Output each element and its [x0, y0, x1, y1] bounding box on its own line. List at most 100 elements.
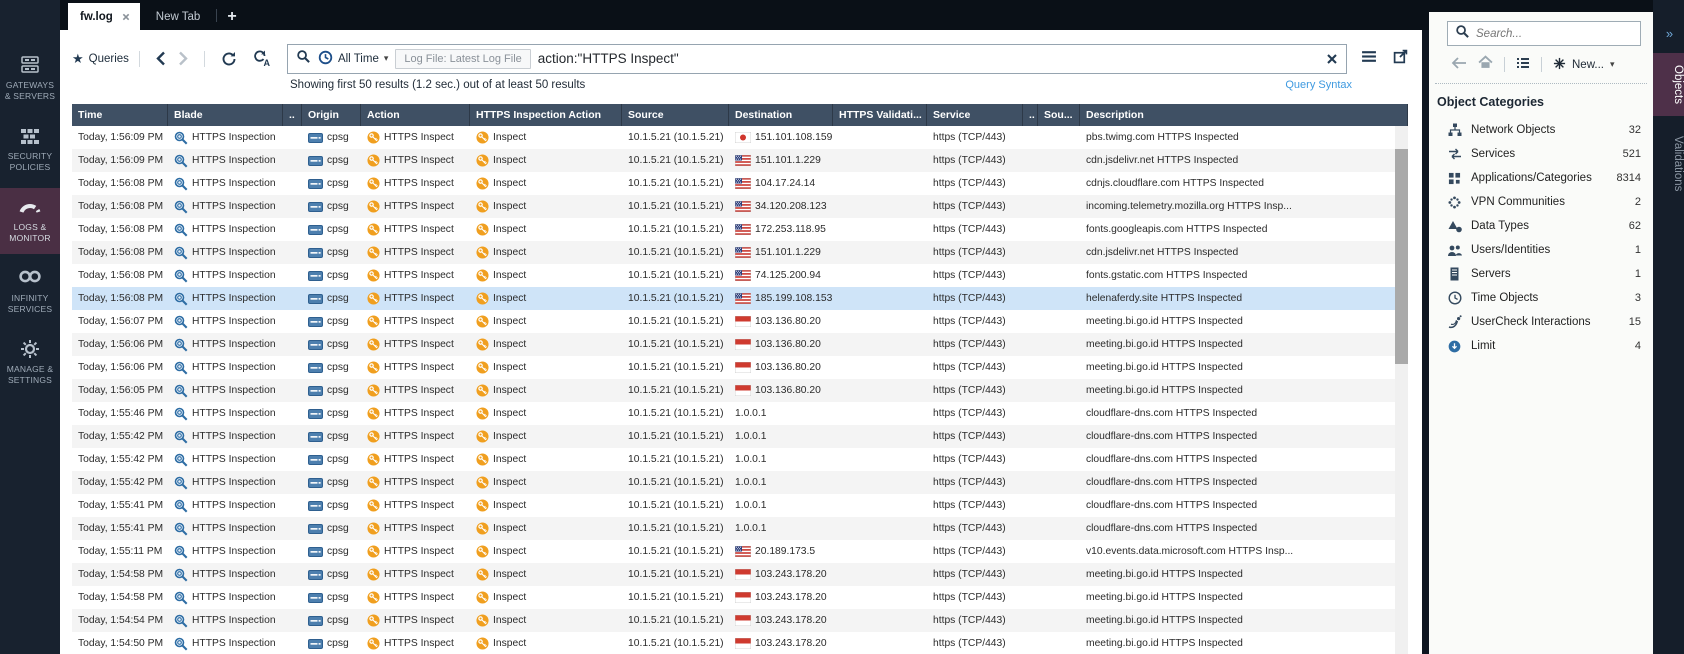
log-row[interactable]: Today, 1:56:08 PMHTTPS InspectioncpsgHTT…	[72, 241, 1395, 264]
log-file-filter-tag[interactable]: Log File: Latest Log File	[395, 49, 530, 69]
log-row[interactable]: Today, 1:56:06 PMHTTPS InspectioncpsgHTT…	[72, 333, 1395, 356]
category-data-types[interactable]: Data Types62	[1429, 214, 1653, 238]
nav-logs-monitor[interactable]: LOGS & MONITOR	[0, 188, 60, 254]
log-row[interactable]: Today, 1:56:09 PMHTTPS InspectioncpsgHTT…	[72, 126, 1395, 149]
network-objects-icon	[1447, 123, 1462, 137]
new-object-button[interactable]: New... ▾	[1553, 57, 1615, 73]
category-limit[interactable]: Limit4	[1429, 334, 1653, 358]
query-search-field[interactable]: All Time ▾ Log File: Latest Log File act…	[287, 44, 1347, 74]
log-row[interactable]: Today, 1:56:08 PMHTTPS InspectioncpsgHTT…	[72, 172, 1395, 195]
column-header-blade[interactable]: Blade	[168, 104, 283, 126]
column-header-https-inspection-action[interactable]: HTTPS Inspection Action	[470, 104, 622, 126]
popout-icon[interactable]	[1393, 49, 1408, 69]
nav-infinity-services[interactable]: INFINITY SERVICES	[0, 259, 60, 325]
category-applications-categories[interactable]: Applications/Categories8314	[1429, 166, 1653, 190]
query-input[interactable]: action:"HTTPS Inspect"	[538, 51, 1319, 66]
category-network-objects[interactable]: Network Objects32	[1429, 118, 1653, 142]
category-users-identities[interactable]: Users/Identities1	[1429, 238, 1653, 262]
new-tab-button[interactable]: +	[227, 8, 236, 26]
category-vpn-communities[interactable]: VPN Communities2	[1429, 190, 1653, 214]
log-grid-body: Today, 1:56:09 PMHTTPS InspectioncpsgHTT…	[72, 126, 1395, 654]
category-servers[interactable]: Servers1	[1429, 262, 1653, 286]
cell-spacer	[1023, 172, 1038, 195]
tab-fw-log[interactable]: fw.log	[68, 3, 140, 30]
log-row[interactable]: Today, 1:54:50 PMHTTPS InspectioncpsgHTT…	[72, 632, 1395, 654]
column-header-action[interactable]: Action	[361, 104, 470, 126]
nav-security-policies[interactable]: SECURITY POLICIES	[0, 117, 60, 183]
log-row[interactable]: Today, 1:54:58 PMHTTPS InspectioncpsgHTT…	[72, 586, 1395, 609]
log-row[interactable]: Today, 1:56:08 PMHTTPS InspectioncpsgHTT…	[72, 218, 1395, 241]
side-tab-objects[interactable]: Objects	[1653, 53, 1684, 116]
users-identities-icon	[1447, 244, 1462, 257]
object-search-input[interactable]	[1476, 28, 1633, 40]
cell-origin: cpsg	[302, 149, 361, 172]
column-header-sou[interactable]: Sou...	[1038, 104, 1080, 126]
column-header-time[interactable]: Time	[72, 104, 168, 126]
column-header-description[interactable]: Description	[1080, 104, 1408, 126]
log-row[interactable]: Today, 1:56:08 PMHTTPS InspectioncpsgHTT…	[72, 195, 1395, 218]
data-types-icon	[1447, 220, 1462, 233]
column-header-source[interactable]: Source	[622, 104, 729, 126]
origin-gateway-icon	[308, 156, 323, 166]
blade-https-icon	[174, 246, 188, 260]
scrollbar-thumb[interactable]	[1395, 149, 1408, 364]
refresh-icon[interactable]	[221, 51, 237, 67]
category-count: 3	[1635, 292, 1641, 304]
category-count: 4	[1635, 340, 1641, 352]
back-chevron-icon[interactable]	[156, 51, 166, 66]
tab-new-tab[interactable]: New Tab	[140, 3, 217, 30]
nav-manage-settings[interactable]: MANAGE & SETTINGS	[0, 330, 60, 396]
log-row[interactable]: Today, 1:56:05 PMHTTPS InspectioncpsgHTT…	[72, 379, 1395, 402]
cell-inspection-action: Inspect	[470, 402, 622, 425]
list-view-icon[interactable]	[1516, 56, 1530, 74]
log-row[interactable]: Today, 1:54:54 PMHTTPS InspectioncpsgHTT…	[72, 609, 1395, 632]
origin-gateway-icon	[308, 593, 323, 603]
category-time-objects[interactable]: Time Objects3	[1429, 286, 1653, 310]
column-header-origin[interactable]: Origin	[302, 104, 361, 126]
cell-https-validation	[833, 379, 927, 402]
time-filter-dropdown[interactable]: All Time ▾	[318, 50, 388, 68]
blade-https-icon	[174, 338, 188, 352]
menu-icon[interactable]	[1361, 50, 1377, 68]
cell-blade: HTTPS Inspection	[168, 195, 283, 218]
queries-button[interactable]: ★ Queries	[72, 51, 129, 67]
nav-gateways-servers[interactable]: GATEWAYS & SERVERS	[0, 46, 60, 112]
auto-refresh-icon[interactable]: A	[253, 50, 271, 67]
category-services[interactable]: Services521	[1429, 142, 1653, 166]
action-key-icon	[476, 338, 489, 351]
category-usercheck-interactions[interactable]: UserCheck Interactions15	[1429, 310, 1653, 334]
log-row[interactable]: Today, 1:56:07 PMHTTPS InspectioncpsgHTT…	[72, 310, 1395, 333]
collapse-panel-icon[interactable]: »	[1666, 26, 1671, 41]
clear-query-icon[interactable]	[1326, 53, 1338, 65]
cell-time: Today, 1:56:08 PM	[72, 287, 168, 310]
column-header-service[interactable]: Service	[927, 104, 1023, 126]
log-row[interactable]: Today, 1:56:09 PMHTTPS InspectioncpsgHTT…	[72, 149, 1395, 172]
log-row[interactable]: Today, 1:55:41 PMHTTPS InspectioncpsgHTT…	[72, 517, 1395, 540]
log-row[interactable]: Today, 1:54:58 PMHTTPS InspectioncpsgHTT…	[72, 563, 1395, 586]
forward-chevron-icon[interactable]	[178, 51, 188, 66]
log-row[interactable]: Today, 1:55:42 PMHTTPS InspectioncpsgHTT…	[72, 425, 1395, 448]
cell-blade: HTTPS Inspection	[168, 356, 283, 379]
back-arrow-icon[interactable]	[1451, 56, 1467, 74]
object-search-box[interactable]	[1447, 21, 1641, 46]
log-row[interactable]: Today, 1:55:11 PMHTTPS InspectioncpsgHTT…	[72, 540, 1395, 563]
log-row[interactable]: Today, 1:56:08 PMHTTPS InspectioncpsgHTT…	[72, 264, 1395, 287]
log-row[interactable]: Today, 1:56:08 PMHTTPS InspectioncpsgHTT…	[72, 287, 1395, 310]
column-header-destination[interactable]: Destination	[729, 104, 833, 126]
cell-destination: 103.136.80.20	[729, 310, 833, 333]
side-tab-validations[interactable]: Validations	[1653, 124, 1684, 203]
column-header-https-validati[interactable]: HTTPS Validati...	[833, 104, 927, 126]
vertical-scrollbar[interactable]	[1395, 126, 1408, 654]
log-row[interactable]: Today, 1:55:42 PMHTTPS InspectioncpsgHTT…	[72, 471, 1395, 494]
log-row[interactable]: Today, 1:55:46 PMHTTPS InspectioncpsgHTT…	[72, 402, 1395, 425]
tab-close-icon[interactable]	[122, 13, 130, 21]
query-syntax-link[interactable]: Query Syntax	[1285, 79, 1352, 91]
column-header-dots[interactable]: ..	[1023, 104, 1038, 126]
cell-https-validation	[833, 287, 927, 310]
home-icon[interactable]	[1478, 55, 1493, 74]
log-row[interactable]: Today, 1:55:41 PMHTTPS InspectioncpsgHTT…	[72, 494, 1395, 517]
log-row[interactable]: Today, 1:55:42 PMHTTPS InspectioncpsgHTT…	[72, 448, 1395, 471]
cell-description: meeting.bi.go.id HTTPS Inspected	[1080, 609, 1395, 632]
column-header-dots[interactable]: ..	[283, 104, 302, 126]
log-row[interactable]: Today, 1:56:06 PMHTTPS InspectioncpsgHTT…	[72, 356, 1395, 379]
